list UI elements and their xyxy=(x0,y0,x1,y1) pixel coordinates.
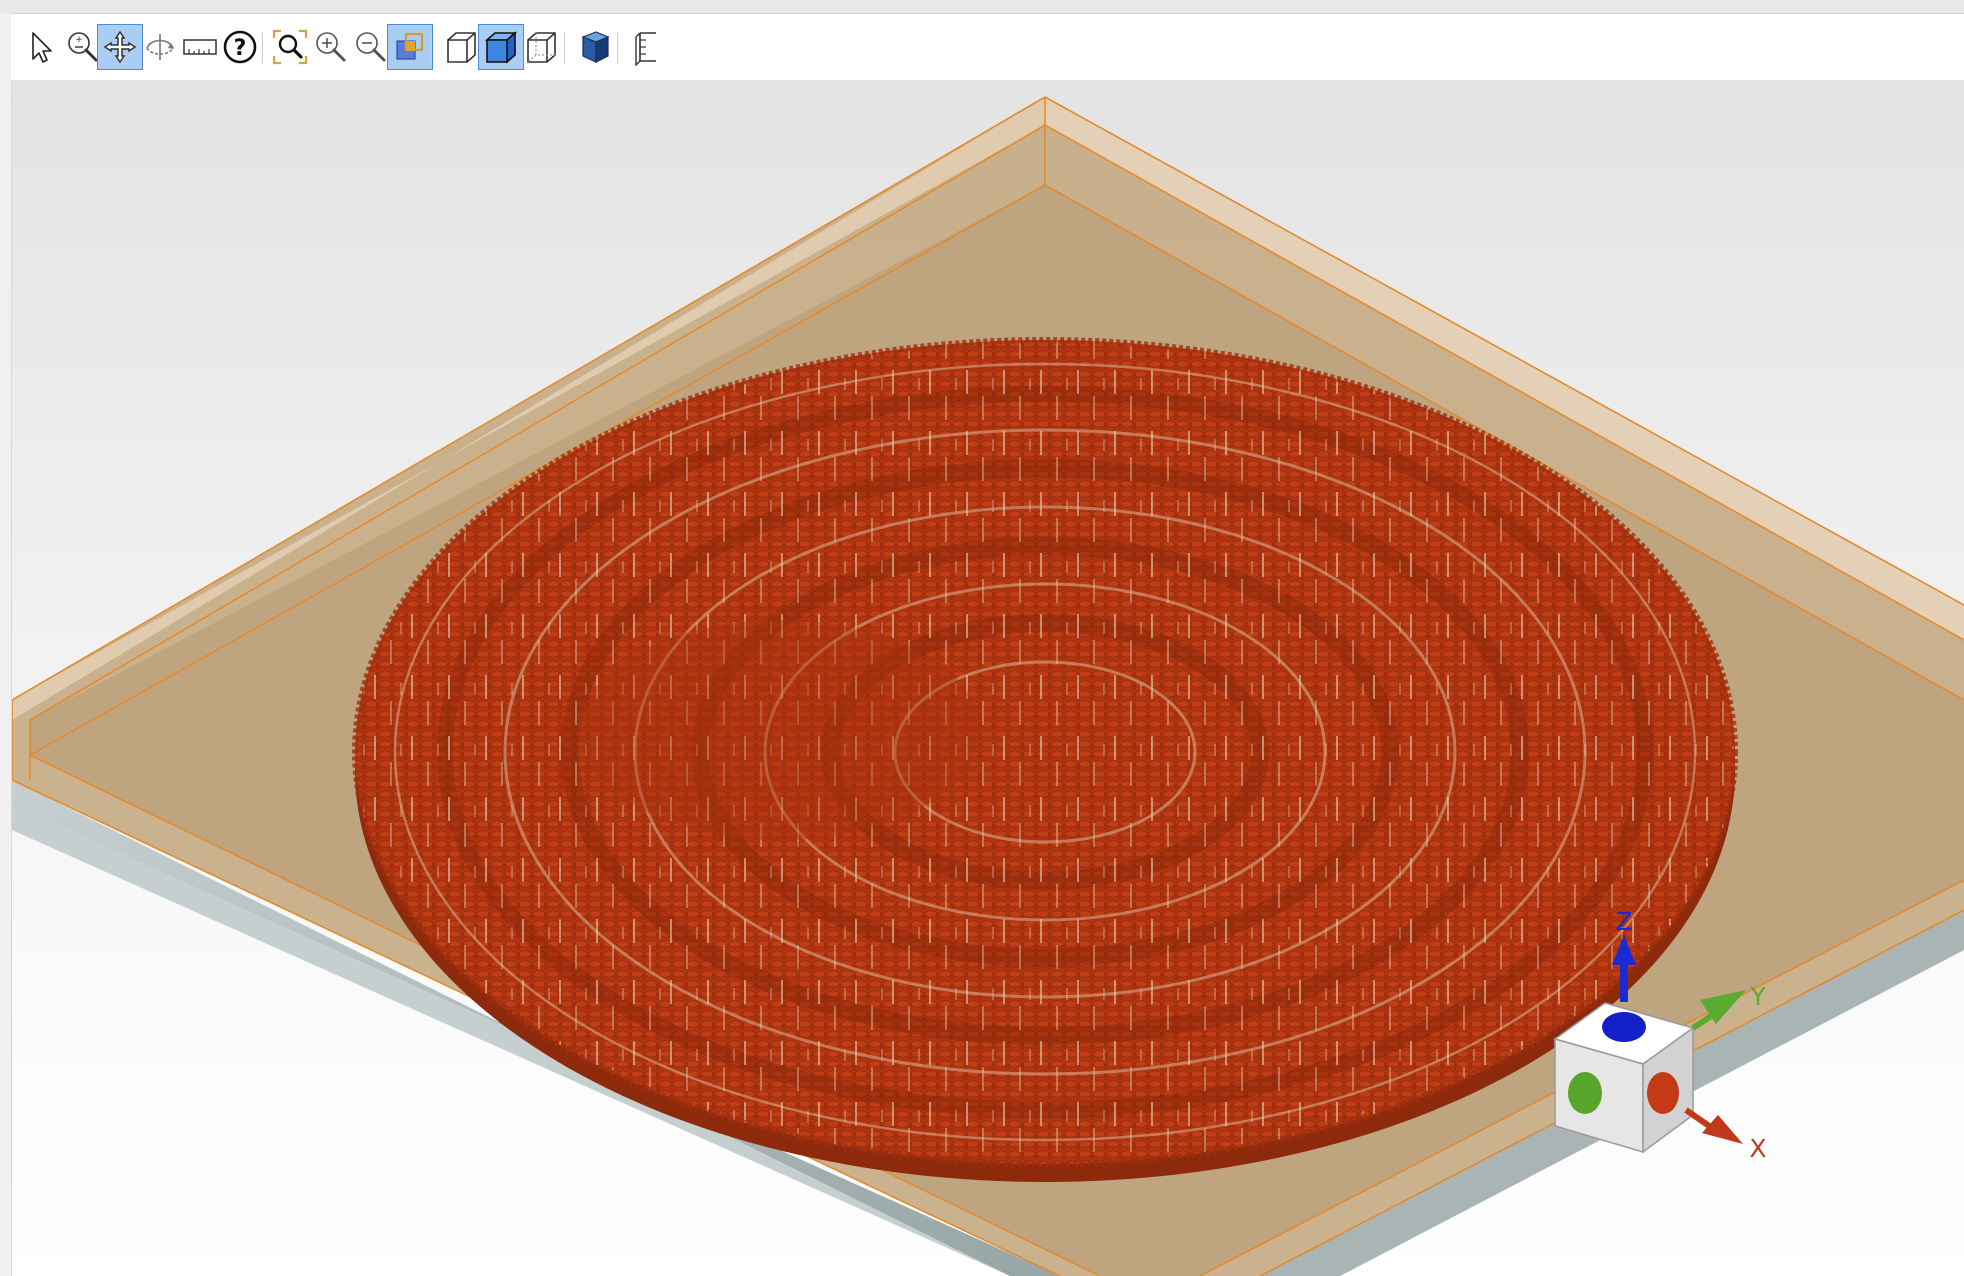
z-axis-label: Z xyxy=(1615,907,1632,936)
toolbar-separator xyxy=(617,32,618,64)
solid-display-button[interactable] xyxy=(572,24,618,70)
wireframe-cube-icon xyxy=(447,32,476,63)
solid-cube-icon xyxy=(581,31,610,63)
svg-text:?: ? xyxy=(234,36,247,61)
y-axis-sphere xyxy=(1568,1072,1602,1114)
view-toolbar: + ? xyxy=(11,14,1964,81)
hidden-line-view-button[interactable] xyxy=(518,24,564,70)
window-title-strip xyxy=(0,0,1964,14)
toolbar-separator xyxy=(564,32,565,64)
zoom-out-icon xyxy=(356,32,386,62)
help-icon: ? xyxy=(223,30,257,64)
x-axis-sphere xyxy=(1647,1072,1679,1114)
section-view-button[interactable] xyxy=(622,24,668,70)
svg-text:+: + xyxy=(75,35,83,45)
hidden-line-cube-icon xyxy=(527,32,556,63)
zoom-fit-icon xyxy=(272,29,308,65)
left-panel-edge xyxy=(0,13,12,1276)
toolbar-separator xyxy=(262,32,263,64)
help-button[interactable]: ? xyxy=(217,24,263,70)
pan-move-icon xyxy=(103,30,137,64)
box-select-icon xyxy=(396,32,424,60)
y-axis-label: Y xyxy=(1749,982,1766,1011)
section-plane-icon xyxy=(635,32,656,66)
zoom-plus-minus-icon: + xyxy=(68,32,98,62)
z-axis-sphere xyxy=(1602,1012,1646,1042)
toolbar-separator xyxy=(431,32,432,64)
arrow-pointer-icon xyxy=(32,32,52,63)
zoom-in-icon xyxy=(316,32,346,62)
3d-model-view[interactable]: Z Y X xyxy=(12,81,1964,1276)
rotate-icon xyxy=(146,34,174,60)
application-window: + ? Z Y X xyxy=(0,0,1964,1276)
ruler-icon xyxy=(183,39,217,55)
box-zoom-button[interactable] xyxy=(387,24,433,70)
x-axis-label: X xyxy=(1749,1134,1766,1163)
3d-viewport[interactable]: Z Y X xyxy=(12,81,1964,1276)
shaded-cube-icon xyxy=(484,31,518,64)
